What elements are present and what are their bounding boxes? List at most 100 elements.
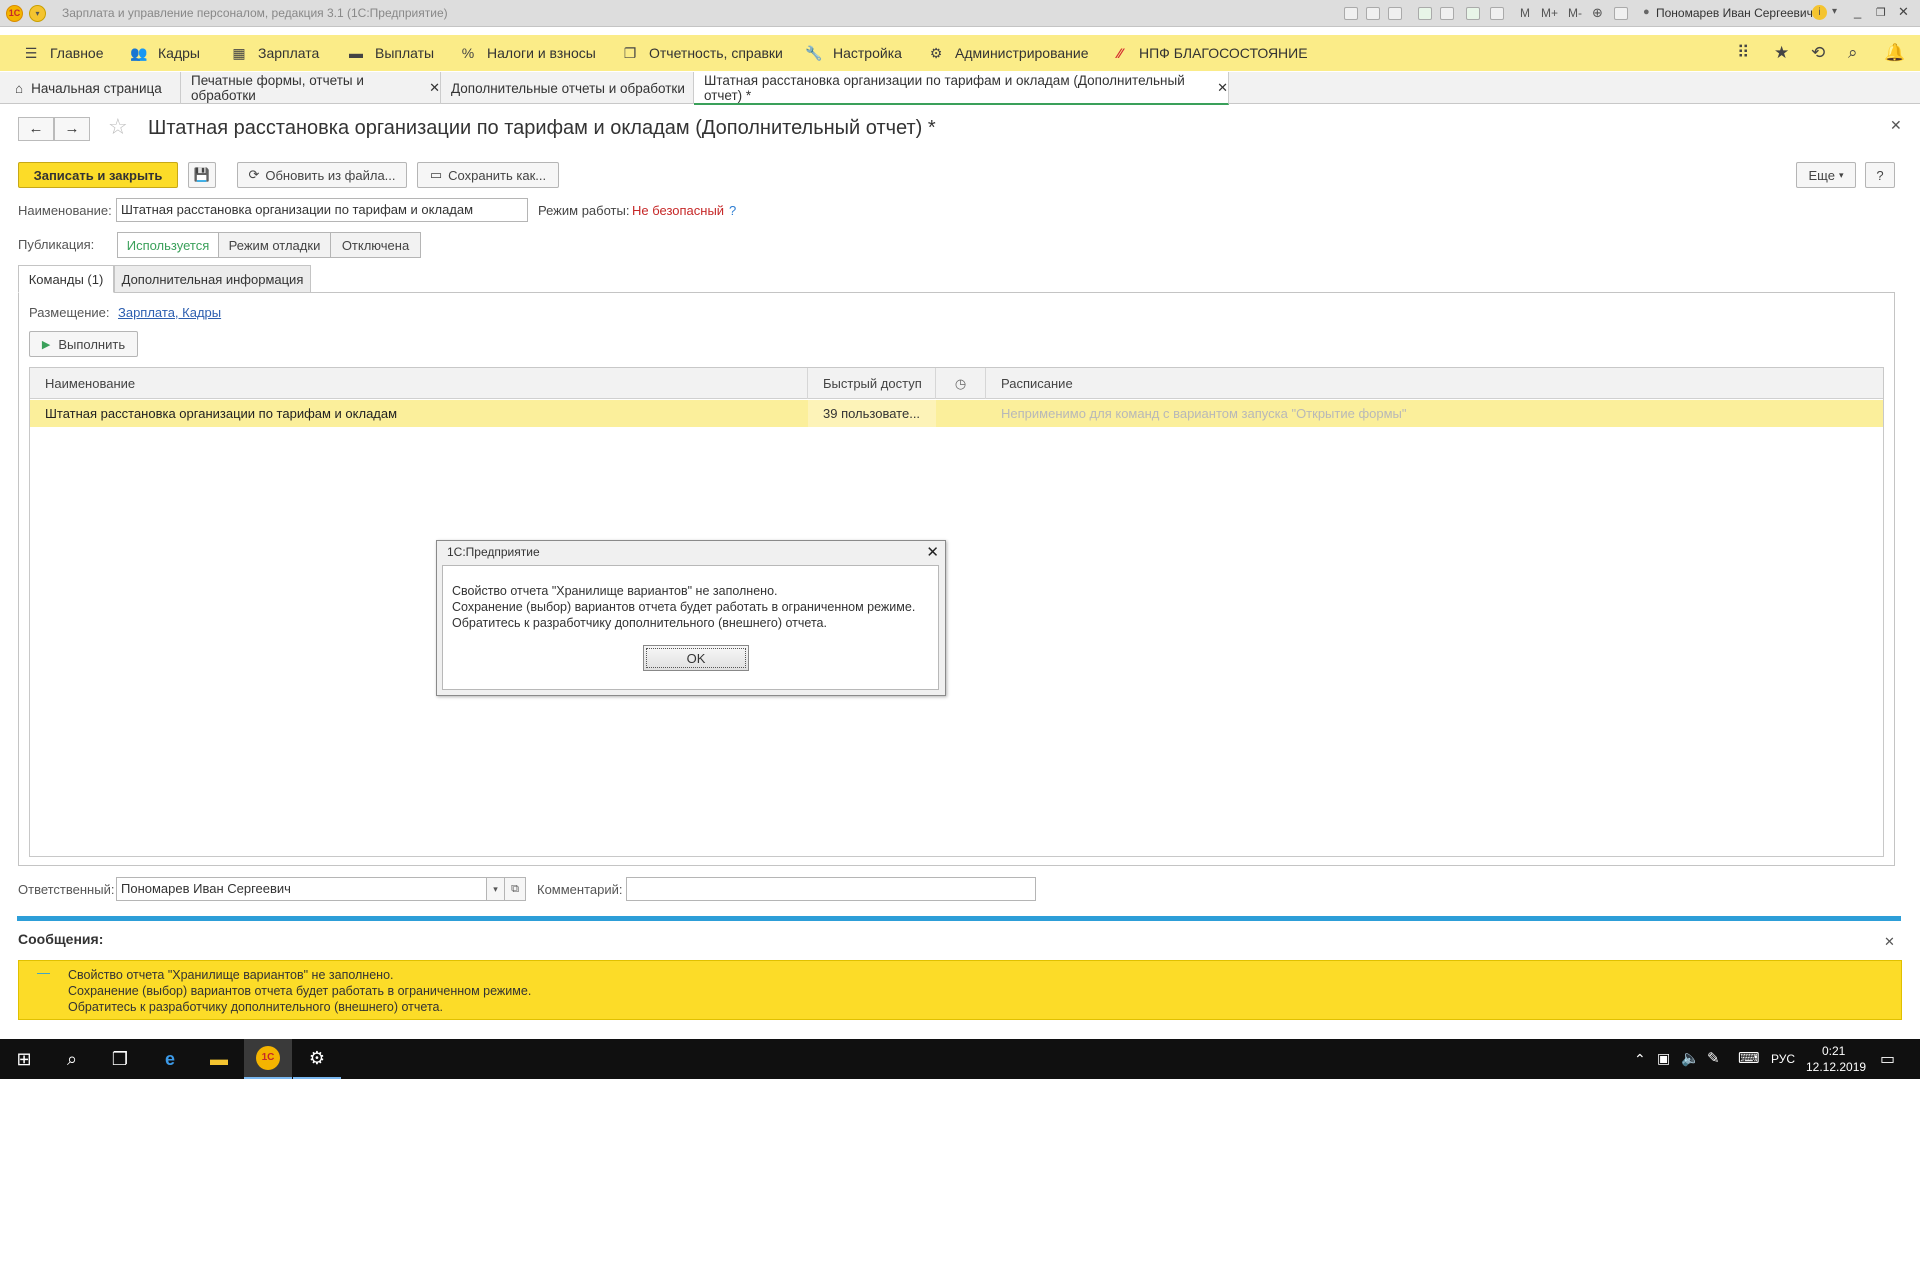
close-icon[interactable]: ✕ [429, 80, 440, 96]
column-quick-access-header[interactable]: Быстрый доступ [808, 368, 936, 399]
file-explorer-icon[interactable]: ▬ [195, 1039, 243, 1079]
more-button[interactable]: Еще ▾ [1796, 162, 1856, 188]
1c-app-taskbar-icon[interactable]: 1С [244, 1039, 292, 1079]
tab-label: Штатная расстановка организации по тариф… [704, 72, 1185, 103]
commands-table[interactable]: Наименование Быстрый доступ ◷ Расписание… [29, 367, 1884, 857]
menu-item-salary[interactable]: ▦ Зарплата [230, 35, 319, 71]
preview-icon[interactable] [1388, 7, 1402, 20]
message-line[interactable]: Обратитесь к разработчику дополнительног… [68, 1000, 443, 1014]
close-form-icon[interactable]: ✕ [1890, 117, 1902, 134]
button-label: Выполнить [58, 336, 126, 352]
update-from-file-button[interactable]: ⟳ Обновить из файла... [237, 162, 407, 188]
responsible-field[interactable]: Пономарев Иван Сергеевич [116, 877, 487, 901]
chevron-down-icon[interactable]: ▾ [1832, 6, 1837, 17]
message-line[interactable]: Свойство отчета "Хранилище вариантов" не… [68, 968, 394, 982]
menu-item-admin[interactable]: ⚙ Администрирование [927, 35, 1089, 71]
menu-item-hr[interactable]: 👥 Кадры [130, 35, 200, 71]
info-icon[interactable]: i [1812, 5, 1827, 20]
ok-button[interactable]: OK [643, 645, 749, 671]
memory-minus-button[interactable]: M- [1568, 6, 1582, 20]
back-arrow-icon[interactable]: ← [18, 117, 54, 141]
clock-date[interactable]: 12.12.2019 [1806, 1060, 1866, 1074]
search-icon[interactable]: ⌕ [1848, 43, 1858, 63]
row-quick-access-cell[interactable]: 39 пользовате... [808, 400, 936, 427]
memory-button[interactable]: M [1520, 6, 1530, 20]
tab-additional-reports[interactable]: Дополнительные отчеты и обработки [441, 72, 694, 104]
save-as-button[interactable]: ▭ Сохранить как... [417, 162, 559, 188]
tab-home[interactable]: ⌂ Начальная страница [5, 72, 181, 104]
save-as-icon: ▭ [429, 167, 443, 182]
chevron-up-icon[interactable]: ⌃ [1634, 1051, 1646, 1068]
1c-logo-icon[interactable]: 1С [6, 5, 23, 22]
notifications-bell-icon[interactable]: 🔔 [1884, 43, 1905, 63]
favorite-star-icon[interactable]: ☆ [108, 114, 128, 140]
npf-icon: ⁄⁄ [1117, 45, 1123, 61]
table-row[interactable]: Штатная расстановка организации по тариф… [30, 400, 1883, 427]
apps-grid-icon[interactable]: ⠿ [1737, 43, 1749, 63]
menu-item-taxes[interactable]: % Налоги и взносы [459, 35, 596, 71]
memory-plus-button[interactable]: M+ [1541, 6, 1558, 20]
gear-icon: ⚙ [929, 44, 943, 61]
menu-item-npf[interactable]: ⁄⁄ НПФ БЛАГОСОСТОЯНИЕ [1111, 35, 1308, 71]
link-add-icon[interactable] [1418, 7, 1432, 20]
responsible-dropdown-icon[interactable]: ▾ [486, 877, 505, 901]
close-window-icon[interactable]: ✕ [1898, 4, 1909, 20]
tab-additional-info[interactable]: Дополнительная информация [114, 265, 311, 293]
message-line[interactable]: Сохранение (выбор) вариантов отчета буде… [68, 984, 531, 998]
column-name-header[interactable]: Наименование [30, 368, 808, 399]
pen-icon[interactable]: ✎ [1707, 1049, 1720, 1067]
column-schedule-header[interactable]: Расписание [986, 368, 1883, 399]
spreadsheet-icon[interactable] [1466, 7, 1480, 20]
minimize-icon[interactable]: _ [1854, 4, 1861, 19]
placement-link[interactable]: Зарплата, Кадры [118, 305, 221, 320]
save-icon[interactable] [1344, 7, 1358, 20]
history-icon[interactable]: ⟲ [1811, 43, 1825, 63]
volume-icon[interactable]: 🔈 [1681, 1049, 1700, 1067]
mail-icon[interactable] [1440, 7, 1454, 20]
main-menu-dropdown-icon[interactable]: ▾ [29, 5, 46, 22]
comment-field[interactable] [626, 877, 1036, 901]
publication-disabled-option[interactable]: Отключена [330, 232, 421, 258]
search-icon[interactable]: ⌕ [48, 1039, 96, 1079]
menu-item-reports[interactable]: ❐ Отчетность, справки [621, 35, 783, 71]
windows-start-icon[interactable]: ⊞ [0, 1039, 48, 1079]
input-language[interactable]: РУС [1771, 1052, 1795, 1066]
settings-gear-icon[interactable]: ⚙ [293, 1039, 341, 1079]
calendar-icon[interactable] [1490, 7, 1504, 20]
publication-used-option[interactable]: Используется [117, 232, 219, 258]
close-icon[interactable]: ✕ [1217, 80, 1228, 96]
column-clock-header[interactable]: ◷ [936, 368, 986, 399]
panels-icon[interactable] [1614, 7, 1628, 20]
task-view-icon[interactable]: ❐ [96, 1039, 144, 1079]
menu-item-payments[interactable]: ▬ Выплаты [347, 35, 434, 71]
favorites-star-icon[interactable]: ★ [1774, 43, 1789, 63]
placement-label: Размещение: [29, 305, 110, 320]
run-button[interactable]: ▶ Выполнить [29, 331, 138, 357]
row-name-cell[interactable]: Штатная расстановка организации по тариф… [30, 400, 808, 427]
menu-item-main[interactable]: ☰ Главное [22, 35, 104, 71]
publication-debug-option[interactable]: Режим отладки [218, 232, 331, 258]
keyboard-icon[interactable]: ⌨ [1738, 1049, 1760, 1067]
close-messages-icon[interactable]: ✕ [1884, 934, 1895, 950]
internet-explorer-icon[interactable]: e [146, 1039, 194, 1079]
current-user[interactable]: Пономарев Иван Сергеевич [1656, 6, 1813, 20]
mode-value[interactable]: Не безопасный [632, 203, 724, 218]
menu-item-settings[interactable]: 🔧 Настройка [805, 35, 902, 71]
dialog-close-icon[interactable]: ✕ [926, 543, 939, 561]
restore-icon[interactable]: ❐ [1876, 6, 1886, 19]
help-button[interactable]: ? [1865, 162, 1895, 188]
print-icon[interactable] [1366, 7, 1380, 20]
save-and-close-button[interactable]: Записать и закрыть [18, 162, 178, 188]
save-disk-icon[interactable]: 💾 [188, 162, 216, 188]
zoom-icon[interactable]: ⊕ [1592, 5, 1603, 21]
open-link-icon[interactable]: ⧉ [504, 877, 526, 901]
network-icon[interactable]: ▣ [1657, 1050, 1670, 1067]
notification-center-icon[interactable]: ▭ [1880, 1049, 1895, 1069]
forward-arrow-icon[interactable]: → [54, 117, 90, 141]
name-field[interactable]: Штатная расстановка организации по тариф… [116, 198, 528, 222]
tab-commands[interactable]: Команды (1) [18, 265, 114, 293]
mode-help-icon[interactable]: ? [729, 203, 736, 218]
tab-staffing-report[interactable]: Штатная расстановка организации по тариф… [694, 72, 1229, 105]
tab-print-forms[interactable]: Печатные формы, отчеты и обработки ✕ [181, 72, 441, 104]
clock-time[interactable]: 0:21 [1822, 1044, 1845, 1058]
